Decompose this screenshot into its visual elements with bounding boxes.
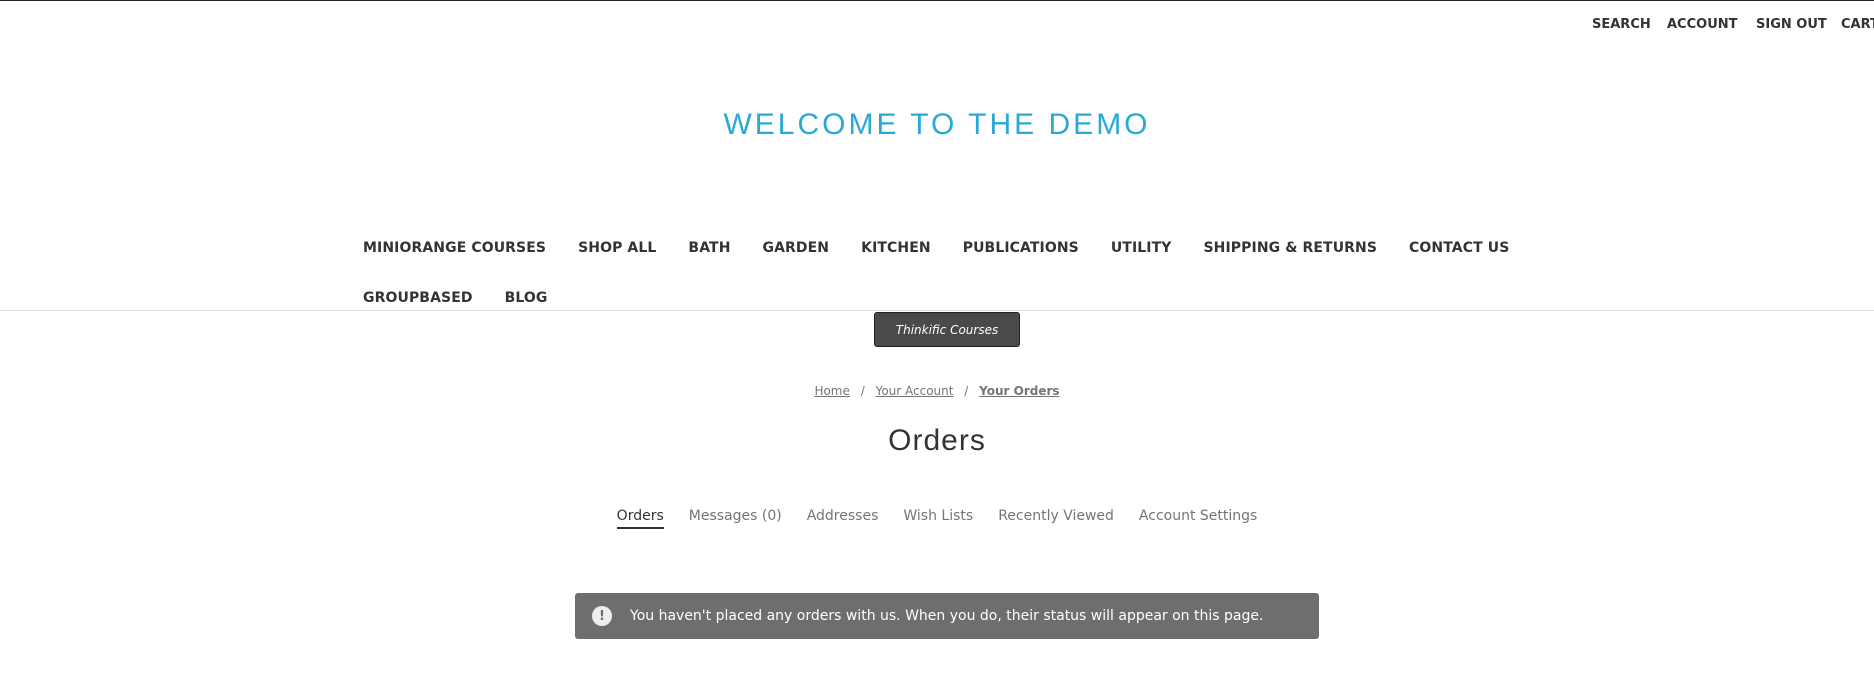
tooltip-label: Thinkific Courses xyxy=(895,322,999,337)
tab-orders[interactable]: Orders xyxy=(616,508,664,529)
tab-messages[interactable]: Messages (0) xyxy=(689,508,782,529)
cart-link[interactable]: CART xyxy=(1841,17,1874,32)
tab-wish-lists[interactable]: Wish Lists xyxy=(903,508,973,529)
top-border xyxy=(0,0,1874,1)
account-navigation: Orders Messages (0) Addresses Wish Lists… xyxy=(0,508,1874,529)
info-alert: ! You haven't placed any orders with us.… xyxy=(575,593,1319,639)
nav-item-shipping-returns[interactable]: SHIPPING & RETURNS xyxy=(1204,240,1378,256)
breadcrumb-your-account[interactable]: Your Account xyxy=(876,384,954,398)
main-navigation: MINIORANGE COURSES SHOP ALL BATH GARDEN … xyxy=(363,223,1563,323)
breadcrumb: Home / Your Account / Your Orders xyxy=(0,384,1874,398)
nav-item-groupbased[interactable]: GROUPBASED xyxy=(363,290,473,306)
tab-account-settings[interactable]: Account Settings xyxy=(1139,508,1257,529)
store-logo[interactable]: WELCOME TO THE DEMO xyxy=(0,108,1874,142)
main-nav-row-1: MINIORANGE COURSES SHOP ALL BATH GARDEN … xyxy=(363,223,1563,273)
alert-message: You haven't placed any orders with us. W… xyxy=(630,608,1264,624)
nav-item-miniorange-courses[interactable]: MINIORANGE COURSES xyxy=(363,240,546,256)
nav-item-blog[interactable]: BLOG xyxy=(505,290,548,306)
breadcrumb-separator: / xyxy=(964,384,969,398)
tab-addresses[interactable]: Addresses xyxy=(807,508,879,529)
breadcrumb-separator: / xyxy=(860,384,865,398)
nav-item-publications[interactable]: PUBLICATIONS xyxy=(963,240,1079,256)
page-title: Orders xyxy=(888,424,986,457)
nav-item-utility[interactable]: UTILITY xyxy=(1111,240,1172,256)
account-link[interactable]: ACCOUNT xyxy=(1667,17,1738,32)
breadcrumb-home[interactable]: Home xyxy=(814,384,849,398)
breadcrumb-your-orders[interactable]: Your Orders xyxy=(979,384,1059,398)
nav-item-shop-all[interactable]: SHOP ALL xyxy=(578,240,656,256)
nav-item-kitchen[interactable]: KITCHEN xyxy=(861,240,931,256)
search-link[interactable]: SEARCH xyxy=(1592,17,1651,32)
dropdown-tooltip[interactable]: Thinkific Courses xyxy=(874,312,1020,347)
nav-item-bath[interactable]: BATH xyxy=(688,240,730,256)
nav-item-contact-us[interactable]: CONTACT US xyxy=(1409,240,1509,256)
sign-out-link[interactable]: SIGN OUT xyxy=(1756,17,1827,32)
tab-recently-viewed[interactable]: Recently Viewed xyxy=(998,508,1114,529)
nav-divider xyxy=(0,310,1874,311)
nav-item-garden[interactable]: GARDEN xyxy=(763,240,830,256)
exclamation-icon: ! xyxy=(592,606,612,626)
